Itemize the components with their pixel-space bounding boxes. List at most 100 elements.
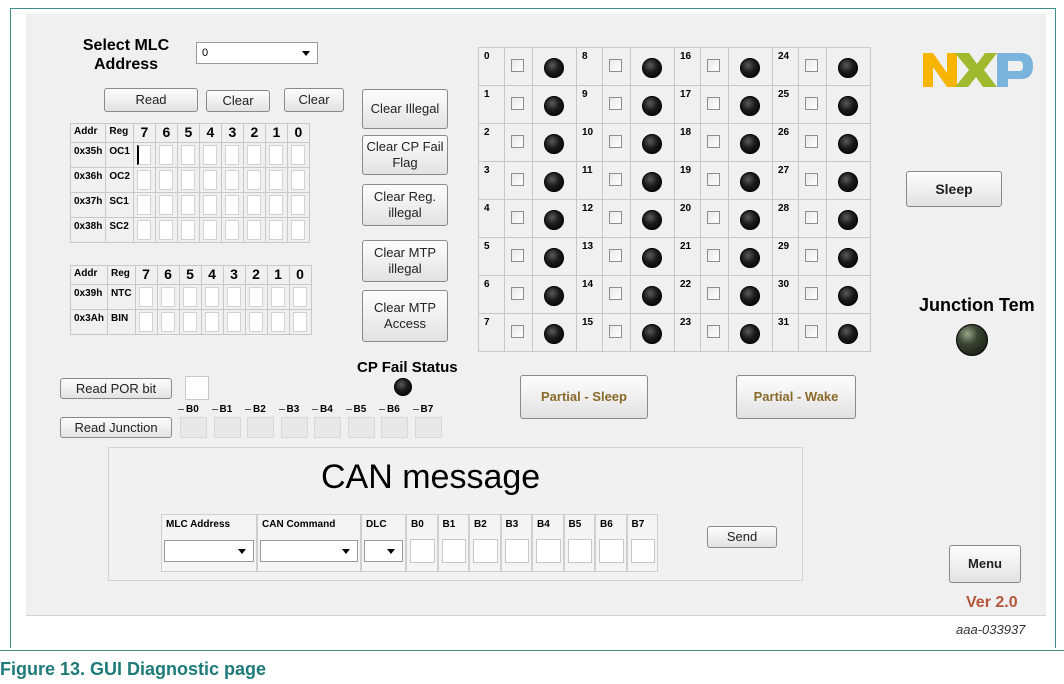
mlc-address-select[interactable]: 0 — [196, 42, 318, 64]
can-command-select[interactable] — [260, 540, 358, 562]
bit-field[interactable] — [202, 195, 217, 215]
bit-field[interactable] — [136, 170, 151, 190]
channel-checkbox[interactable] — [609, 59, 622, 72]
can-byte-field[interactable] — [536, 539, 561, 563]
bit-field[interactable] — [290, 170, 305, 190]
channel-checkbox[interactable] — [609, 173, 622, 186]
bit-field[interactable] — [160, 312, 175, 332]
bit-field[interactable] — [290, 195, 305, 215]
bit-field[interactable] — [204, 312, 219, 332]
bit-field[interactable] — [180, 195, 195, 215]
dlc-select[interactable] — [364, 540, 403, 562]
channel-checkbox[interactable] — [609, 287, 622, 300]
bit-field[interactable] — [226, 287, 241, 307]
channel-checkbox[interactable] — [707, 325, 720, 338]
sleep-button[interactable]: Sleep — [906, 171, 1002, 207]
bit-field[interactable] — [224, 220, 239, 240]
read-button[interactable]: Read — [104, 88, 198, 112]
read-por-bit-button[interactable]: Read POR bit — [60, 378, 172, 399]
bit-field[interactable] — [268, 170, 283, 190]
channel-checkbox[interactable] — [707, 135, 720, 148]
bit-field[interactable] — [224, 145, 239, 165]
bit-field[interactable] — [268, 145, 283, 165]
channel-checkbox[interactable] — [805, 287, 818, 300]
channel-checkbox[interactable] — [511, 249, 524, 262]
bit-field[interactable] — [202, 170, 217, 190]
bit-field[interactable] — [246, 170, 261, 190]
mlc-address-select[interactable] — [164, 540, 254, 562]
can-byte-field[interactable] — [410, 539, 435, 563]
channel-checkbox[interactable] — [707, 59, 720, 72]
channel-checkbox[interactable] — [609, 97, 622, 110]
channel-checkbox[interactable] — [707, 249, 720, 262]
can-byte-field[interactable] — [441, 539, 466, 563]
channel-checkbox[interactable] — [805, 173, 818, 186]
bit-field[interactable] — [224, 195, 239, 215]
bit-field[interactable] — [270, 312, 285, 332]
can-byte-field[interactable] — [504, 539, 529, 563]
channel-checkbox[interactable] — [707, 97, 720, 110]
bit-field[interactable] — [248, 312, 263, 332]
clear-button-2[interactable]: Clear — [284, 88, 344, 112]
bit-field[interactable] — [224, 170, 239, 190]
bit-field[interactable] — [158, 145, 173, 165]
bit-field[interactable] — [292, 287, 307, 307]
channel-checkbox[interactable] — [805, 325, 818, 338]
send-button[interactable]: Send — [707, 526, 777, 548]
bit-field[interactable] — [268, 195, 283, 215]
bit-field[interactable] — [158, 170, 173, 190]
channel-checkbox[interactable] — [511, 287, 524, 300]
bit-field[interactable] — [268, 220, 283, 240]
clear-illegal-button[interactable]: Clear Illegal — [362, 89, 448, 129]
bit-field[interactable] — [226, 312, 241, 332]
can-byte-field[interactable] — [473, 539, 498, 563]
channel-checkbox[interactable] — [805, 59, 818, 72]
can-byte-field[interactable] — [630, 539, 655, 563]
bit-field[interactable] — [160, 287, 175, 307]
bit-field[interactable] — [158, 220, 173, 240]
bit-field[interactable] — [136, 220, 151, 240]
bit-field[interactable] — [246, 195, 261, 215]
channel-checkbox[interactable] — [609, 211, 622, 224]
bit-field[interactable] — [290, 220, 305, 240]
bit-field[interactable] — [136, 195, 151, 215]
bit-field[interactable] — [158, 195, 173, 215]
channel-checkbox[interactable] — [511, 325, 524, 338]
bit-field[interactable] — [182, 287, 197, 307]
partial-sleep-button[interactable]: Partial - Sleep — [520, 375, 648, 419]
channel-checkbox[interactable] — [805, 135, 818, 148]
channel-checkbox[interactable] — [511, 97, 524, 110]
bit-field[interactable] — [248, 287, 263, 307]
clear-reg-illegal-button[interactable]: Clear Reg. illegal — [362, 184, 448, 226]
bit-field[interactable] — [204, 287, 219, 307]
bit-field[interactable] — [290, 145, 305, 165]
channel-checkbox[interactable] — [609, 325, 622, 338]
channel-checkbox[interactable] — [511, 173, 524, 186]
channel-checkbox[interactable] — [805, 249, 818, 262]
channel-checkbox[interactable] — [511, 211, 524, 224]
channel-checkbox[interactable] — [707, 173, 720, 186]
bit-field[interactable] — [180, 220, 195, 240]
bit-field[interactable] — [246, 220, 261, 240]
channel-checkbox[interactable] — [707, 211, 720, 224]
bit-field[interactable] — [182, 312, 197, 332]
channel-checkbox[interactable] — [511, 59, 524, 72]
clear-button-1[interactable]: Clear — [206, 90, 270, 112]
bit-field[interactable] — [292, 312, 307, 332]
can-byte-field[interactable] — [567, 539, 592, 563]
can-byte-field[interactable] — [599, 539, 624, 563]
clear-mtp-illegal-button[interactable]: Clear MTP illegal — [362, 240, 448, 282]
bit-field[interactable] — [180, 145, 195, 165]
bit-field[interactable] — [138, 287, 153, 307]
bit-field[interactable] — [138, 312, 153, 332]
bit-field[interactable] — [180, 170, 195, 190]
bit-field[interactable] — [202, 220, 217, 240]
channel-checkbox[interactable] — [707, 287, 720, 300]
bit-field[interactable] — [270, 287, 285, 307]
channel-checkbox[interactable] — [609, 135, 622, 148]
menu-button[interactable]: Menu — [949, 545, 1021, 583]
channel-checkbox[interactable] — [805, 211, 818, 224]
read-junction-button[interactable]: Read Junction — [60, 417, 172, 438]
bit-field[interactable] — [246, 145, 261, 165]
bit-field[interactable] — [136, 145, 151, 165]
